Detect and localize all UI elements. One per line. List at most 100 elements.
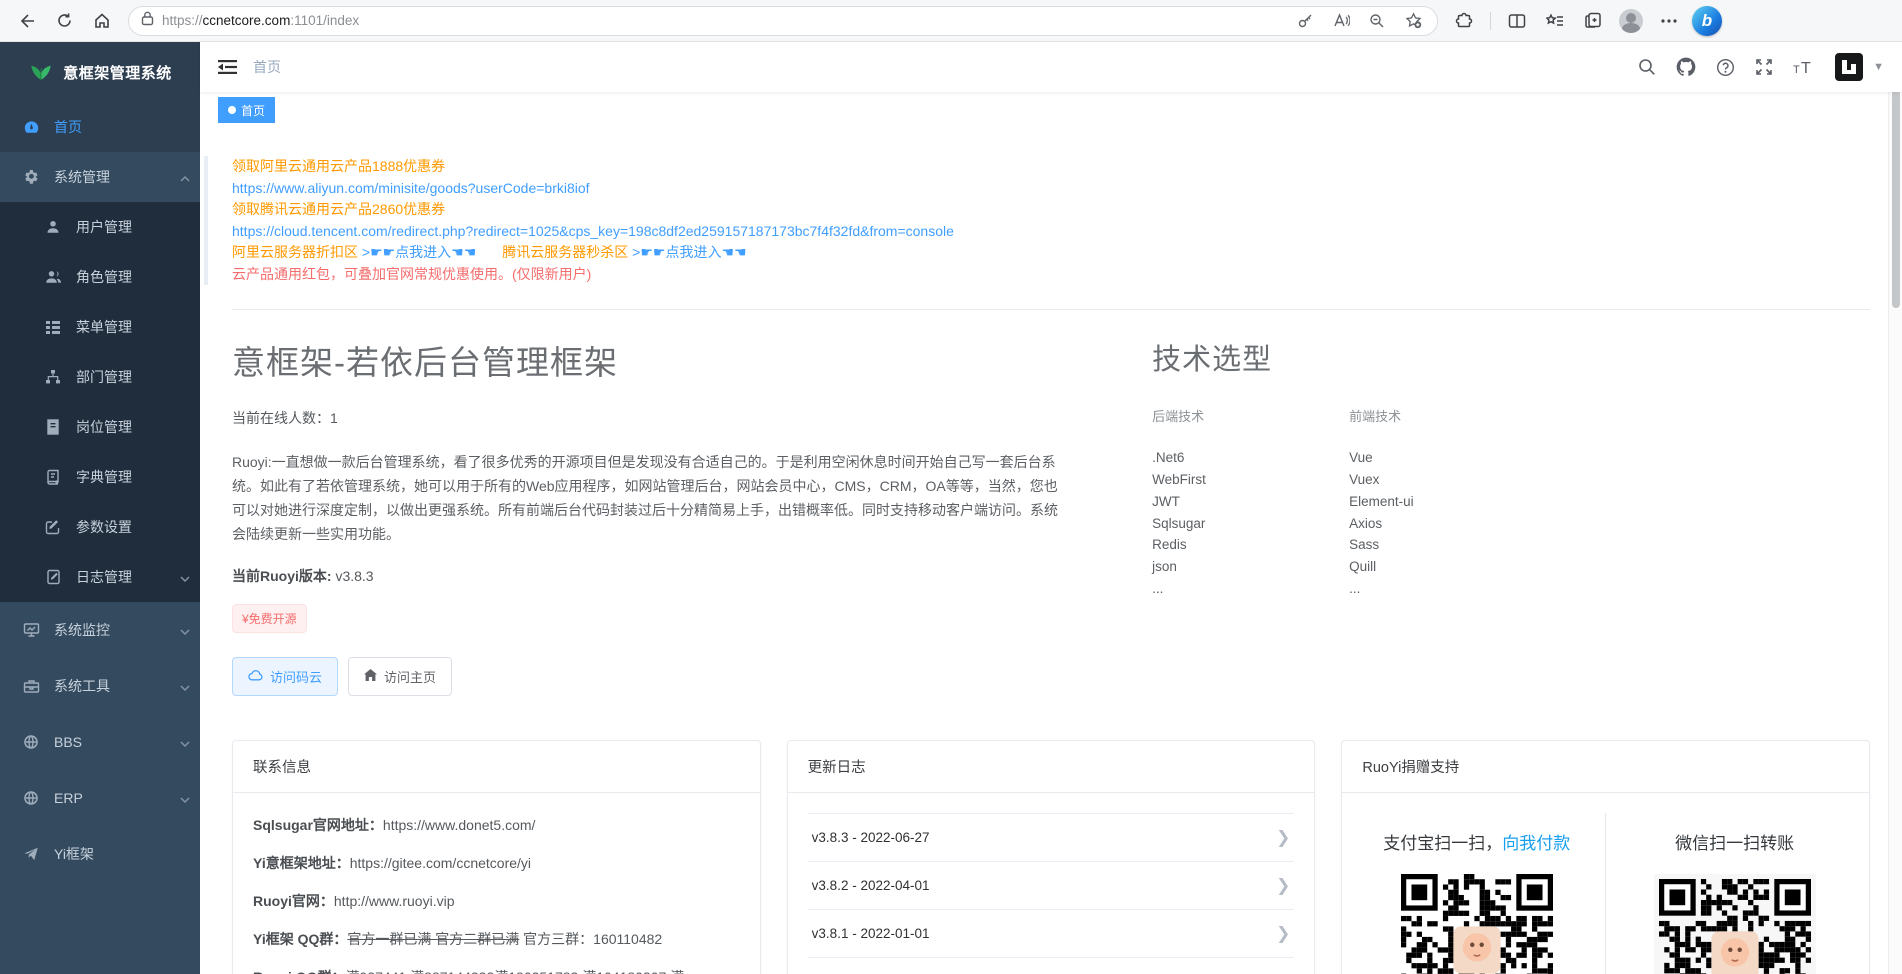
- help-icon[interactable]: [1716, 58, 1735, 77]
- changelog-item[interactable]: v3.8.2 - 2022-04-01❯: [808, 862, 1295, 910]
- sidebar-item-label: 系统管理: [54, 167, 110, 187]
- breadcrumb[interactable]: 首页: [253, 57, 281, 77]
- app-logo[interactable]: 意框架管理系统: [0, 42, 200, 102]
- browser-toolbar: https://ccnetcore.com:1101/index: [0, 0, 1902, 42]
- contact-row-sqlsugar: Sqlsugar官网地址：https://www.donet5.com/: [253, 815, 740, 836]
- tags-view-bar: 首页: [200, 92, 1902, 128]
- alipay-donate-column: 支付宝扫一扫，向我付款: [1348, 813, 1605, 974]
- aliyun-coupon-text: 领取阿里云通用云产品1888优惠券: [232, 156, 1870, 178]
- online-count-value: 1: [330, 410, 338, 426]
- alipay-title: 支付宝扫一扫，向我付款: [1348, 829, 1605, 854]
- frontend-tech-list: Vue Vuex Element-ui Axios Sass Quill ...: [1349, 447, 1546, 600]
- aliyun-coupon-link[interactable]: https://www.aliyun.com/minisite/goods?us…: [232, 178, 1870, 200]
- svg-text:T: T: [1793, 64, 1800, 76]
- alipay-qr-code: [1401, 874, 1553, 974]
- sidebar-item-param-settings[interactable]: 参数设置: [0, 502, 200, 552]
- font-size-icon[interactable]: TT: [1793, 59, 1815, 76]
- chevron-right-icon: ❯: [1276, 828, 1290, 848]
- globe-icon: [20, 734, 42, 750]
- tab-actions-icon[interactable]: [1575, 5, 1611, 37]
- tech-stack-section: 技术选型 后端技术 .Net6 WebFirst JWT Sqlsugar Re…: [1100, 336, 1546, 696]
- changelog-item[interactable]: v3.8.0 - 2021-12-01❯: [808, 958, 1295, 974]
- main-area: 首页 TT ▼: [200, 42, 1902, 974]
- page-title: 意框架-若依后台管理框架: [232, 336, 1100, 384]
- version-line: 当前Ruoyi版本: v3.8.3: [232, 566, 1100, 586]
- chevron-down-icon: [180, 569, 190, 585]
- wechat-qr-code: [1659, 879, 1811, 974]
- sidebar-item-erp[interactable]: ERP: [0, 770, 200, 826]
- aliyun-zone-text: 阿里云服务器折扣区: [232, 244, 358, 260]
- caret-down-icon[interactable]: ▼: [1873, 61, 1884, 73]
- tencent-zone-text: 腾讯云服务器秒杀区: [502, 244, 628, 260]
- sidebar-item-bbs[interactable]: BBS: [0, 714, 200, 770]
- read-aloud-icon[interactable]: [1323, 5, 1359, 37]
- sidebar-item-yi-framework[interactable]: Yi框架: [0, 826, 200, 882]
- sidebar-toggle-icon[interactable]: [218, 59, 237, 75]
- collections-icon[interactable]: [1537, 5, 1573, 37]
- split-screen-icon[interactable]: [1499, 5, 1535, 37]
- sidebar-item-label: 系统监控: [54, 620, 110, 640]
- online-count-line: 当前在线人数：1: [232, 408, 1100, 428]
- donate-card: RuoYi捐赠支持 支付宝扫一扫，向我付款 微信扫一扫转账: [1341, 740, 1870, 974]
- tab-home[interactable]: 首页: [218, 97, 275, 123]
- toolbox-icon: [20, 678, 42, 694]
- changelog-item[interactable]: v3.8.3 - 2022-06-27❯: [808, 814, 1295, 862]
- user-avatar[interactable]: [1835, 53, 1863, 81]
- page-scrollbar[interactable]: [1888, 42, 1902, 974]
- scrollbar-thumb[interactable]: [1892, 90, 1900, 308]
- chevron-down-icon: [180, 790, 190, 806]
- copilot-icon[interactable]: b: [1689, 5, 1725, 37]
- gear-icon: [20, 169, 42, 186]
- users-icon: [42, 269, 64, 285]
- zoom-out-icon[interactable]: [1359, 5, 1395, 37]
- profile-icon[interactable]: [1613, 5, 1649, 37]
- url-text[interactable]: https://ccnetcore.com:1101/index: [162, 13, 1287, 28]
- chevron-down-icon: [180, 734, 190, 750]
- sidebar-item-user-mgmt[interactable]: 用户管理: [0, 202, 200, 252]
- sidebar-item-home[interactable]: 首页: [0, 102, 200, 152]
- lock-icon[interactable]: [141, 11, 154, 31]
- sidebar-item-system-mgmt[interactable]: 系统管理: [0, 152, 200, 202]
- sidebar-item-dept-mgmt[interactable]: 部门管理: [0, 352, 200, 402]
- home-icon[interactable]: [84, 5, 120, 37]
- sidebar-item-dict-mgmt[interactable]: 字典管理: [0, 452, 200, 502]
- visit-gitee-button[interactable]: 访问码云: [232, 657, 338, 696]
- sidebar-item-label: 部门管理: [76, 367, 132, 387]
- password-key-icon[interactable]: [1287, 5, 1323, 37]
- back-icon[interactable]: [8, 5, 44, 37]
- extensions-icon[interactable]: [1446, 5, 1482, 37]
- sidebar-item-role-mgmt[interactable]: 角色管理: [0, 252, 200, 302]
- refresh-icon[interactable]: [46, 5, 82, 37]
- alipay-pay-link[interactable]: 向我付款: [1502, 834, 1570, 853]
- contact-card-title: 联系信息: [233, 741, 760, 793]
- tencent-enter-link[interactable]: >☛☛点我进入☚☚: [628, 244, 746, 260]
- frontend-tech-title: 前端技术: [1349, 406, 1546, 425]
- redpack-note: 云产品通用红包，可叠加官网常规优惠使用。(仅限新用户): [232, 264, 1870, 286]
- framework-description: Ruoyi:一直想做一款后台管理系统，看了很多优秀的开源项目但是发现没有合适自己…: [232, 450, 1070, 546]
- cards-row: 联系信息 Sqlsugar官网地址：https://www.donet5.com…: [232, 740, 1870, 974]
- sidebar-item-system-tools[interactable]: 系统工具: [0, 658, 200, 714]
- fullscreen-icon[interactable]: [1755, 58, 1773, 76]
- sidebar-item-label: 字典管理: [76, 467, 132, 487]
- more-menu-icon[interactable]: [1651, 5, 1687, 37]
- visit-homepage-button[interactable]: 访问主页: [348, 657, 452, 696]
- dashboard-icon: [20, 119, 42, 136]
- search-icon[interactable]: [1638, 58, 1656, 76]
- sidebar-item-log-mgmt[interactable]: 日志管理: [0, 552, 200, 602]
- contact-row-yi: Yi意框架地址：https://gitee.com/ccnetcore/yi: [253, 853, 740, 874]
- sidebar-item-menu-mgmt[interactable]: 菜单管理: [0, 302, 200, 352]
- sidebar-item-label: 日志管理: [76, 567, 132, 587]
- favorite-add-icon[interactable]: [1395, 5, 1431, 37]
- cloud-icon: [248, 669, 263, 684]
- address-bar[interactable]: https://ccnetcore.com:1101/index: [128, 6, 1438, 36]
- sidebar-item-system-monitor[interactable]: 系统监控: [0, 602, 200, 658]
- tencent-coupon-link[interactable]: https://cloud.tencent.com/redirect.php?r…: [232, 221, 1870, 243]
- app-title: 意框架管理系统: [63, 62, 172, 83]
- aliyun-enter-link[interactable]: >☛☛点我进入☚☚: [358, 244, 476, 260]
- changelog-item[interactable]: v3.8.1 - 2022-01-01❯: [808, 910, 1295, 958]
- sidebar-item-label: 菜单管理: [76, 317, 132, 337]
- github-icon[interactable]: [1676, 57, 1696, 77]
- sidebar-item-label: Yi框架: [54, 844, 94, 864]
- sidebar-item-post-mgmt[interactable]: 岗位管理: [0, 402, 200, 452]
- sidebar: 意框架管理系统 首页 系统管理 用户管理: [0, 42, 200, 974]
